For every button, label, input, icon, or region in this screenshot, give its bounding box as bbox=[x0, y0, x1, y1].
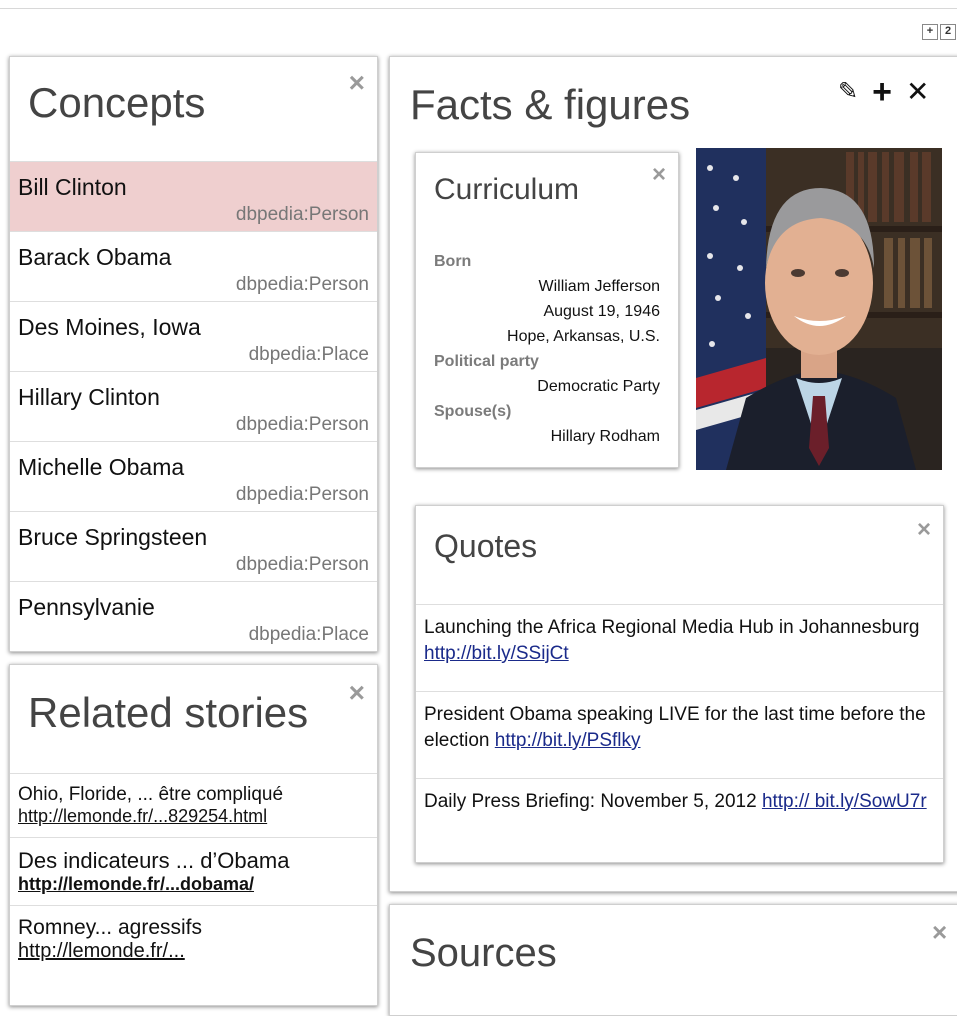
edit-icon[interactable]: ✎ bbox=[838, 80, 858, 104]
expand-icon[interactable]: + bbox=[922, 24, 938, 40]
story-item: Ohio, Floride, ... être compliqué http:/… bbox=[10, 773, 377, 837]
story-link[interactable]: http://lemonde.fr/...dobama/ bbox=[18, 874, 369, 895]
window-controls: + 2 bbox=[922, 24, 956, 40]
quote-link[interactable]: http://bit.ly/SSijCt bbox=[424, 643, 569, 664]
related-stories-panel: Related stories × Ohio, Floride, ... êtr… bbox=[9, 664, 378, 1006]
story-list: Ohio, Floride, ... être compliqué http:/… bbox=[10, 773, 377, 973]
add-icon[interactable]: + bbox=[872, 75, 892, 109]
story-title: Romney... agressifs bbox=[18, 916, 203, 939]
panel-title: Sources bbox=[410, 931, 557, 975]
concept-name: Bruce Springsteen bbox=[18, 524, 208, 550]
concept-name: Barack Obama bbox=[18, 244, 172, 270]
concept-name: Pennsylvanie bbox=[18, 594, 155, 620]
card-title: Quotes bbox=[434, 528, 538, 564]
panel-title: Concepts bbox=[28, 79, 206, 126]
quote-link[interactable]: http:// bit.ly/SowU7r bbox=[762, 791, 927, 812]
spouse-label: Spouse(s) bbox=[434, 403, 512, 420]
concept-type: dbpedia:Person bbox=[235, 204, 369, 225]
concept-type: dbpedia:Person bbox=[235, 414, 369, 435]
sources-panel: Sources × bbox=[389, 904, 957, 1016]
born-value: Hope, Arkansas, U.S. bbox=[507, 328, 660, 345]
concept-item[interactable]: Bruce Springsteen dbpedia:Person bbox=[10, 511, 377, 581]
concept-type: dbpedia:Person bbox=[235, 274, 369, 295]
panel-title: Related stories bbox=[28, 689, 309, 736]
concepts-panel: Concepts × Bill Clinton dbpedia:Person B… bbox=[9, 56, 378, 652]
concept-type: dbpedia:Place bbox=[248, 624, 369, 645]
concept-type: dbpedia:Person bbox=[235, 484, 369, 505]
card-title: Curriculum bbox=[434, 173, 580, 206]
quote-text: Daily Press Briefing: November 5, 2012 bbox=[424, 791, 762, 812]
concept-name: Des Moines, Iowa bbox=[18, 314, 201, 340]
close-icon[interactable]: × bbox=[349, 69, 365, 97]
concept-item[interactable]: Hillary Clinton dbpedia:Person bbox=[10, 371, 377, 441]
concept-item[interactable]: Michelle Obama dbpedia:Person bbox=[10, 441, 377, 511]
born-value: William Jefferson bbox=[538, 278, 660, 295]
panel-title: Facts & figures bbox=[410, 81, 691, 128]
portrait-photo bbox=[696, 148, 942, 470]
born-label: Born bbox=[434, 253, 472, 270]
close-icon[interactable]: × bbox=[917, 518, 931, 542]
close-icon[interactable]: × bbox=[349, 679, 365, 707]
concept-item[interactable]: Barack Obama dbpedia:Person bbox=[10, 231, 377, 301]
party-value: Democratic Party bbox=[537, 378, 660, 395]
quotes-panel: Quotes × Launching the Africa Regional M… bbox=[415, 505, 944, 863]
concept-item[interactable]: Des Moines, Iowa dbpedia:Place bbox=[10, 301, 377, 371]
top-divider bbox=[0, 8, 957, 9]
concept-name: Michelle Obama bbox=[18, 454, 185, 480]
close-icon[interactable]: × bbox=[932, 919, 947, 945]
concept-type: dbpedia:Place bbox=[248, 344, 369, 365]
quote-list: Launching the Africa Regional Media Hub … bbox=[416, 604, 943, 862]
quote-link[interactable]: http://bit.ly/PSflky bbox=[495, 730, 641, 751]
story-link[interactable]: http://lemonde.fr/... bbox=[18, 940, 369, 963]
party-label: Political party bbox=[434, 353, 539, 370]
story-link[interactable]: http://lemonde.fr/...829254.html bbox=[18, 806, 369, 827]
concept-item[interactable]: Pennsylvanie dbpedia:Place bbox=[10, 581, 377, 651]
story-item: Des indicateurs ... d’Obama http://lemon… bbox=[10, 837, 377, 905]
concept-name: Hillary Clinton bbox=[18, 384, 160, 410]
close-icon[interactable]: × bbox=[652, 163, 666, 187]
quote-item: Daily Press Briefing: November 5, 2012 h… bbox=[416, 778, 943, 862]
concept-name: Bill Clinton bbox=[18, 174, 127, 200]
concept-item[interactable]: Bill Clinton dbpedia:Person bbox=[10, 161, 377, 231]
curriculum-details: Born William Jefferson August 19, 1946 H… bbox=[434, 249, 660, 449]
story-item: Romney... agressifs http://lemonde.fr/..… bbox=[10, 905, 377, 973]
curriculum-card: Curriculum × Born William Jefferson Augu… bbox=[415, 152, 679, 468]
collapse-icon[interactable]: 2 bbox=[940, 24, 956, 40]
born-value: August 19, 1946 bbox=[543, 303, 660, 320]
close-icon[interactable]: ✕ bbox=[906, 78, 929, 106]
spouse-value: Hillary Rodham bbox=[550, 428, 660, 445]
quote-item: President Obama speaking LIVE for the la… bbox=[416, 691, 943, 778]
story-title: Des indicateurs ... d’Obama bbox=[18, 848, 290, 873]
quote-item: Launching the Africa Regional Media Hub … bbox=[416, 604, 943, 691]
facts-toolbar: ✎ + ✕ bbox=[838, 75, 929, 109]
concept-type: dbpedia:Person bbox=[235, 554, 369, 575]
concept-list: Bill Clinton dbpedia:Person Barack Obama… bbox=[10, 161, 377, 651]
quote-text: Launching the Africa Regional Media Hub … bbox=[424, 617, 920, 638]
story-title: Ohio, Floride, ... être compliqué bbox=[18, 784, 284, 805]
